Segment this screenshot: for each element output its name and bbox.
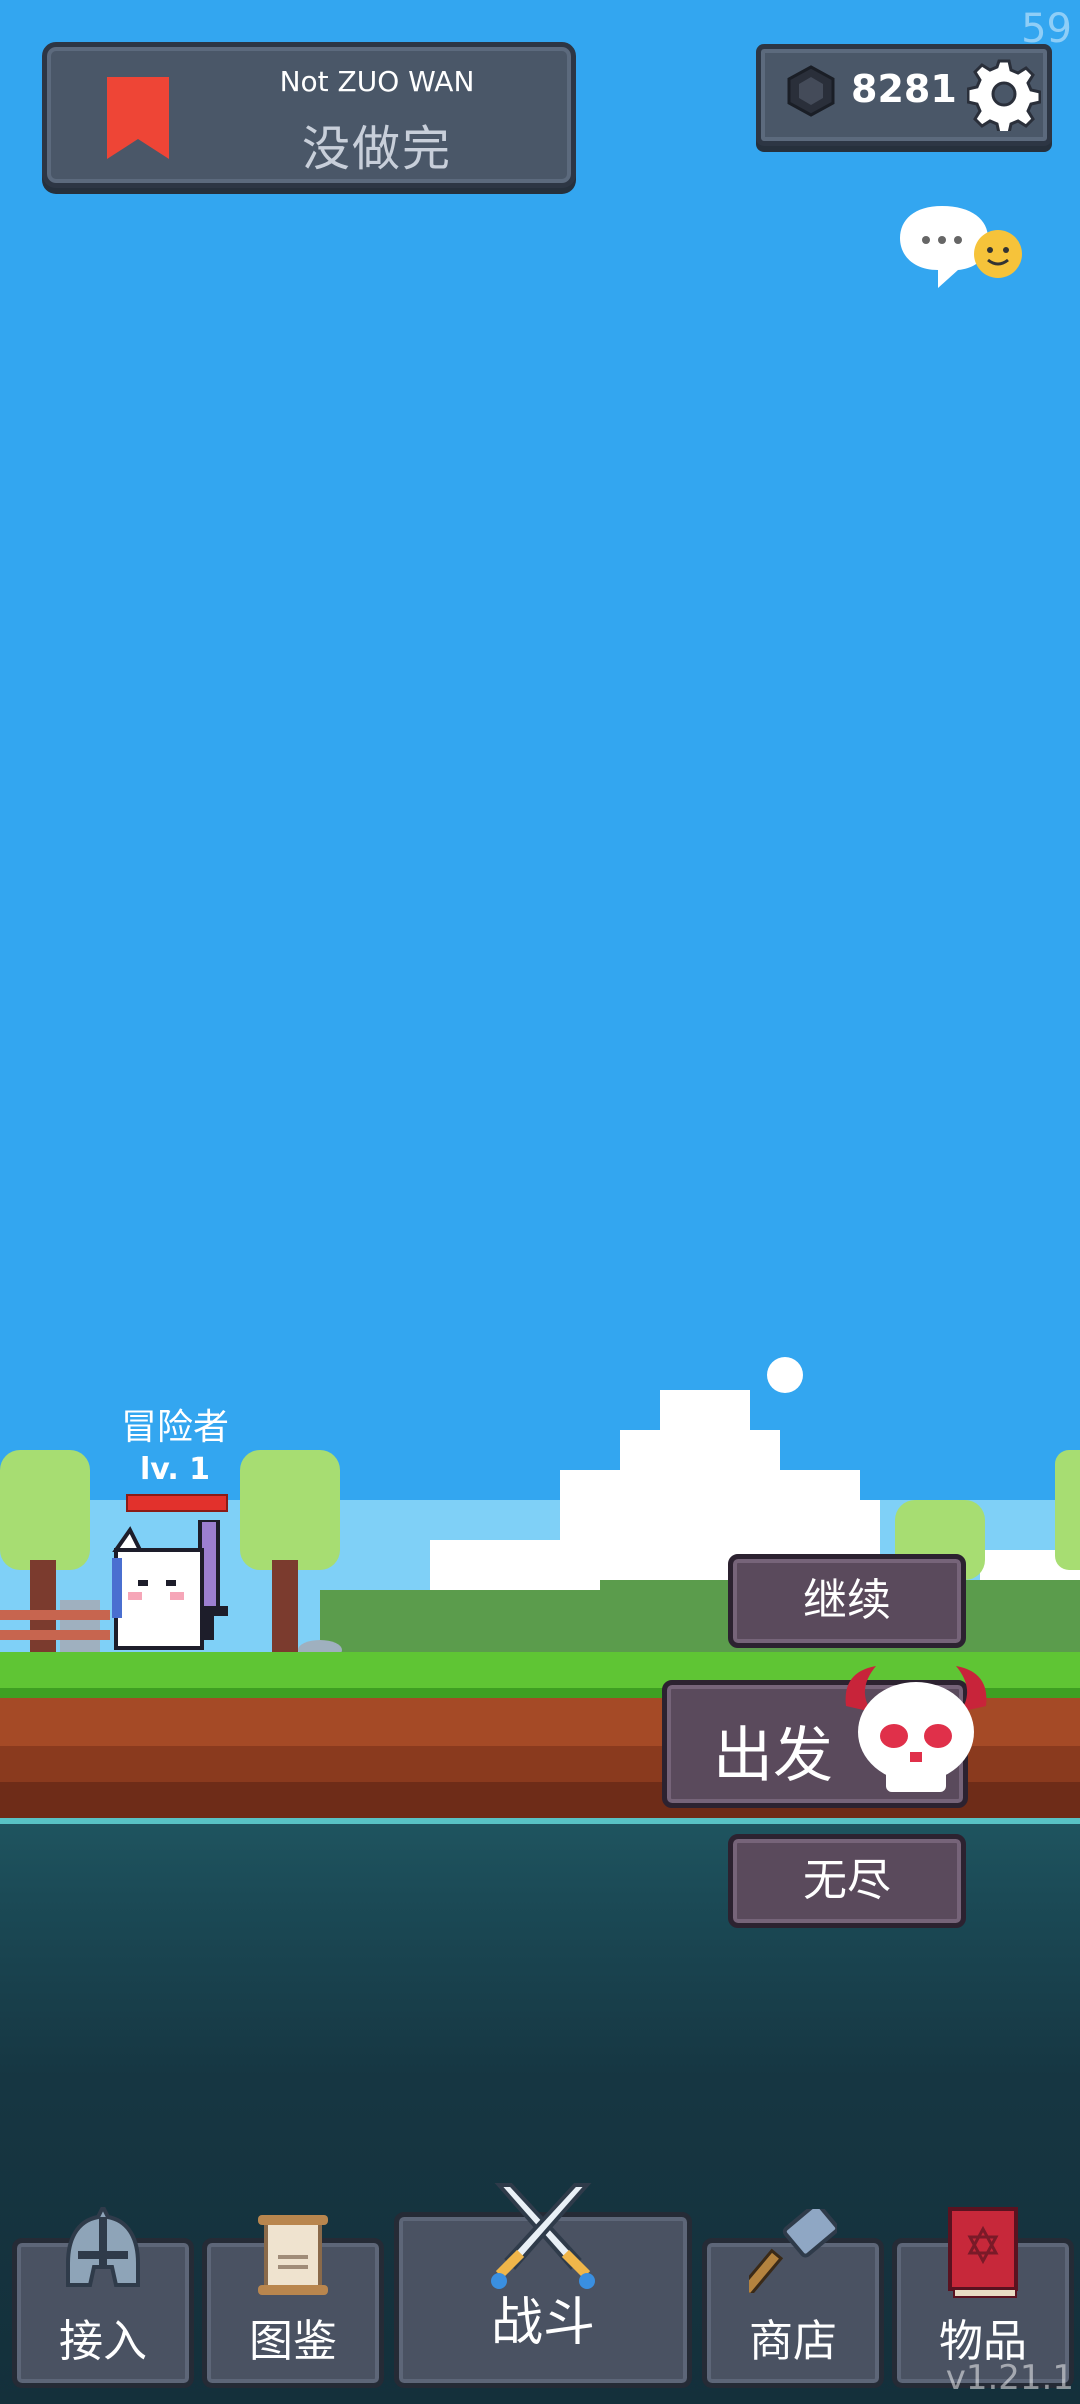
player-hp-bar [126, 1494, 228, 1512]
nav-tab-shop[interactable]: 商店 [702, 2209, 884, 2388]
quest-title: 没做完 [301, 121, 452, 177]
nav-tab-battle-label: 战斗 [490, 2293, 595, 2353]
hero-cat-knight-sprite [112, 1520, 228, 1650]
devil-skull-icon [845, 1666, 987, 1792]
nav-tab-join-label: 接入 [59, 2316, 147, 2367]
version-label: v1.21.1 [945, 2358, 1074, 2398]
chat-bubble-icon[interactable] [898, 202, 1024, 298]
scroll-icon [258, 2215, 328, 2295]
quest-subtitle: Not ZUO WAN [279, 65, 475, 98]
currency-panel: 8281 [756, 44, 1052, 146]
player-level: lv. 1 [139, 1452, 211, 1487]
nav-tab-codex-label: 图鉴 [249, 2316, 337, 2367]
nav-tab-codex[interactable]: 图鉴 [202, 2215, 384, 2388]
water-surface [0, 1818, 1080, 1824]
settings-gear-icon[interactable] [967, 57, 1041, 131]
hammer-icon [749, 2209, 837, 2293]
nav-tab-battle[interactable]: 战斗 [394, 2183, 692, 2388]
endless-mode-button[interactable]: 无尽 [728, 1834, 966, 1928]
crossed-swords-icon [491, 2183, 595, 2289]
spellbook-icon [948, 2207, 1018, 2298]
helmet-icon [66, 2207, 140, 2287]
player-name: 冒险者 [120, 1407, 229, 1448]
bookmark-icon [107, 77, 169, 159]
continue-button[interactable]: 继续 [728, 1554, 966, 1648]
currency-value: 8281 [851, 67, 957, 111]
nav-tab-join[interactable]: 接入 [12, 2207, 194, 2388]
nav-tab-shop-label: 商店 [749, 2316, 837, 2367]
quest-title-panel[interactable]: Not ZUO WAN 没做完 [42, 42, 576, 188]
gem-icon [787, 65, 835, 117]
start-battle-label: 出发 [713, 1721, 833, 1791]
